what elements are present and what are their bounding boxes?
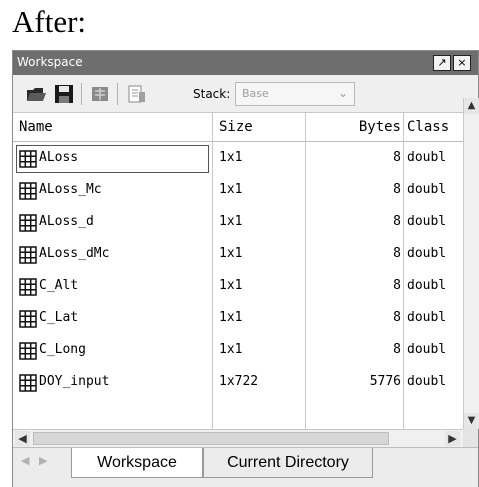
variables-table: Name Size Bytes Class ALoss 1x1 8 doubl … <box>13 113 478 429</box>
variable-size: 1x1 <box>219 182 243 197</box>
figure-caption: After: <box>12 4 87 39</box>
variable-bytes: 8 <box>393 310 401 325</box>
scroll-right-icon[interactable]: ▶ <box>445 431 460 446</box>
print-icon[interactable] <box>125 83 147 105</box>
save-icon[interactable] <box>53 83 75 105</box>
table-header: Name Size Bytes Class <box>13 113 478 142</box>
variable-name: ALoss_d <box>39 214 94 229</box>
variable-name: ALoss_Mc <box>39 182 102 197</box>
scroll-up-icon[interactable]: ▲ <box>464 98 479 114</box>
variable-class: doubl <box>407 278 447 293</box>
tab-bar: ◀ ▶ Workspace Current Directory <box>13 447 478 487</box>
variable-bytes: 8 <box>393 342 401 357</box>
table-row[interactable]: C_Long 1x1 8 doubl <box>13 335 463 367</box>
column-header-class[interactable]: Class <box>407 119 449 135</box>
scroll-left-icon[interactable]: ◀ <box>15 431 30 446</box>
chevron-down-icon: ⌄ <box>337 86 348 100</box>
stack-dropdown[interactable]: Base ⌄ <box>235 82 355 106</box>
variable-class: doubl <box>407 374 447 389</box>
variable-bytes: 8 <box>393 182 401 197</box>
vertical-scrollbar[interactable]: ▲ ▼ <box>463 98 479 429</box>
table-row[interactable]: ALoss_d 1x1 8 doubl <box>13 207 463 239</box>
variable-class: doubl <box>407 246 447 261</box>
new-variable-icon[interactable] <box>89 83 111 105</box>
variable-name: C_Alt <box>39 278 79 293</box>
title-bar[interactable]: Workspace ↗ × <box>13 51 478 75</box>
variable-size: 1x1 <box>219 150 243 165</box>
variable-size: 1x1 <box>219 214 243 229</box>
variable-bytes: 8 <box>393 150 401 165</box>
workspace-window: Workspace ↗ × Stack: Base ⌄ Name Size By… <box>12 50 479 487</box>
variable-name: C_Lat <box>39 310 79 325</box>
variable-bytes: 8 <box>393 278 401 293</box>
table-row[interactable]: C_Alt 1x1 8 doubl <box>13 271 463 303</box>
variable-name: ALoss_dMc <box>39 246 110 261</box>
table-row[interactable]: C_Lat 1x1 8 doubl <box>13 303 463 335</box>
table-row[interactable]: DOY_input 1x722 5776 doubl <box>13 367 463 399</box>
column-header-size[interactable]: Size <box>219 119 253 135</box>
column-header-bytes[interactable]: Bytes <box>313 119 401 135</box>
stack-label: Stack: <box>193 87 231 101</box>
variable-class: doubl <box>407 310 447 325</box>
variable-name: ALoss <box>39 150 79 165</box>
variable-name: C_Long <box>39 342 86 357</box>
variable-size: 1x1 <box>219 342 243 357</box>
matrix-icon <box>19 182 37 200</box>
variable-bytes: 5776 <box>369 374 401 389</box>
stack-value: Base <box>242 87 269 100</box>
matrix-icon <box>19 246 37 264</box>
toolbar: Stack: Base ⌄ <box>13 75 478 113</box>
open-folder-icon[interactable] <box>25 83 47 105</box>
window-title: Workspace <box>17 55 83 69</box>
matrix-icon <box>19 278 37 296</box>
variable-size: 1x1 <box>219 278 243 293</box>
tab-scroll-right-icon[interactable]: ▶ <box>39 454 47 467</box>
variable-size: 1x1 <box>219 310 243 325</box>
scroll-down-icon[interactable]: ▼ <box>464 413 479 429</box>
variable-class: doubl <box>407 214 447 229</box>
matrix-icon <box>19 374 37 392</box>
matrix-icon <box>19 150 37 168</box>
variable-name: DOY_input <box>39 374 110 389</box>
variable-size: 1x1 <box>219 246 243 261</box>
variable-class: doubl <box>407 182 447 197</box>
matrix-icon <box>19 310 37 328</box>
matrix-icon <box>19 342 37 360</box>
table-row[interactable]: ALoss_Mc 1x1 8 doubl <box>13 175 463 207</box>
tab-current-directory[interactable]: Current Directory <box>203 448 373 478</box>
variable-bytes: 8 <box>393 214 401 229</box>
variable-class: doubl <box>407 150 447 165</box>
toolbar-separator <box>117 83 118 105</box>
table-row[interactable]: ALoss 1x1 8 doubl <box>13 143 463 175</box>
variable-bytes: 8 <box>393 246 401 261</box>
tab-workspace[interactable]: Workspace <box>71 448 203 478</box>
undock-button[interactable]: ↗ <box>433 55 451 71</box>
toolbar-separator <box>81 83 82 105</box>
matrix-icon <box>19 214 37 232</box>
close-button[interactable]: × <box>453 55 471 71</box>
horizontal-scrollbar[interactable]: ◀ ▶ <box>13 429 463 447</box>
scrollbar-thumb[interactable] <box>33 432 389 445</box>
table-row[interactable]: ALoss_dMc 1x1 8 doubl <box>13 239 463 271</box>
tab-scroll-left-icon[interactable]: ◀ <box>21 454 29 467</box>
variable-size: 1x722 <box>219 374 259 389</box>
column-header-name[interactable]: Name <box>19 119 53 135</box>
variable-class: doubl <box>407 342 447 357</box>
